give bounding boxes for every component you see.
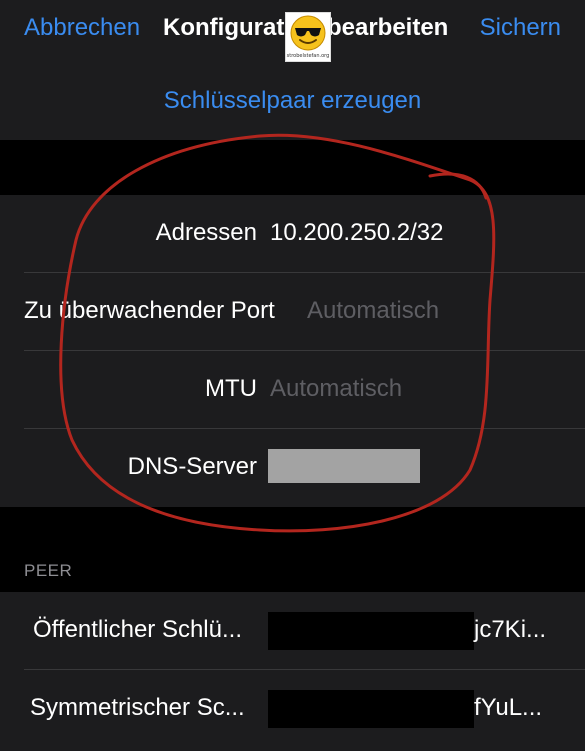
mtu-field[interactable]: Automatisch [270, 375, 402, 403]
preshared-key-label: Symmetrischer Sc... [30, 694, 245, 721]
save-button[interactable]: Sichern [480, 14, 561, 42]
addresses-field[interactable]: 10.200.250.2/32 [270, 219, 444, 247]
mtu-row[interactable]: MTU Automatisch [0, 351, 585, 429]
listen-port-row[interactable]: Zu überwachender Port Automatisch [0, 273, 585, 351]
peer-section: Öffentlicher Schlü... jc7Ki... Symmetris… [0, 592, 585, 751]
generate-keypair-cell[interactable]: Schlüsselpaar erzeugen [0, 62, 585, 140]
public-key-row[interactable]: Öffentlicher Schlü... jc7Ki... [0, 592, 585, 670]
addresses-row[interactable]: Adressen 10.200.250.2/32 [0, 195, 585, 273]
preshared-key-redacted [268, 690, 474, 728]
dns-server-label: DNS-Server [127, 453, 257, 480]
listen-port-field[interactable]: Automatisch [307, 297, 439, 325]
addresses-label: Adressen [155, 219, 257, 246]
mtu-label: MTU [205, 375, 257, 402]
generate-keypair-button[interactable]: Schlüsselpaar erzeugen [0, 87, 585, 115]
dns-row[interactable]: DNS-Server [0, 429, 585, 507]
dns-server-field-redacted[interactable] [268, 449, 420, 483]
logo-text: strobelstefan.org [286, 53, 330, 59]
interface-section: Adressen 10.200.250.2/32 Zu überwachende… [0, 195, 585, 507]
public-key-field[interactable]: jc7Ki... [474, 616, 546, 644]
cancel-button[interactable]: Abbrechen [24, 14, 140, 42]
peer-section-header: PEER [24, 561, 73, 580]
listen-port-label: Zu überwachender Port [24, 297, 275, 324]
smiley-icon [290, 15, 326, 51]
sunglasses-smiley-logo: strobelstefan.org [285, 12, 331, 62]
preshared-key-row[interactable]: Symmetrischer Sc... fYuL... [0, 670, 585, 748]
public-key-redacted [268, 612, 474, 650]
public-key-label: Öffentlicher Schlü... [33, 616, 242, 643]
preshared-key-field[interactable]: fYuL... [474, 694, 542, 722]
